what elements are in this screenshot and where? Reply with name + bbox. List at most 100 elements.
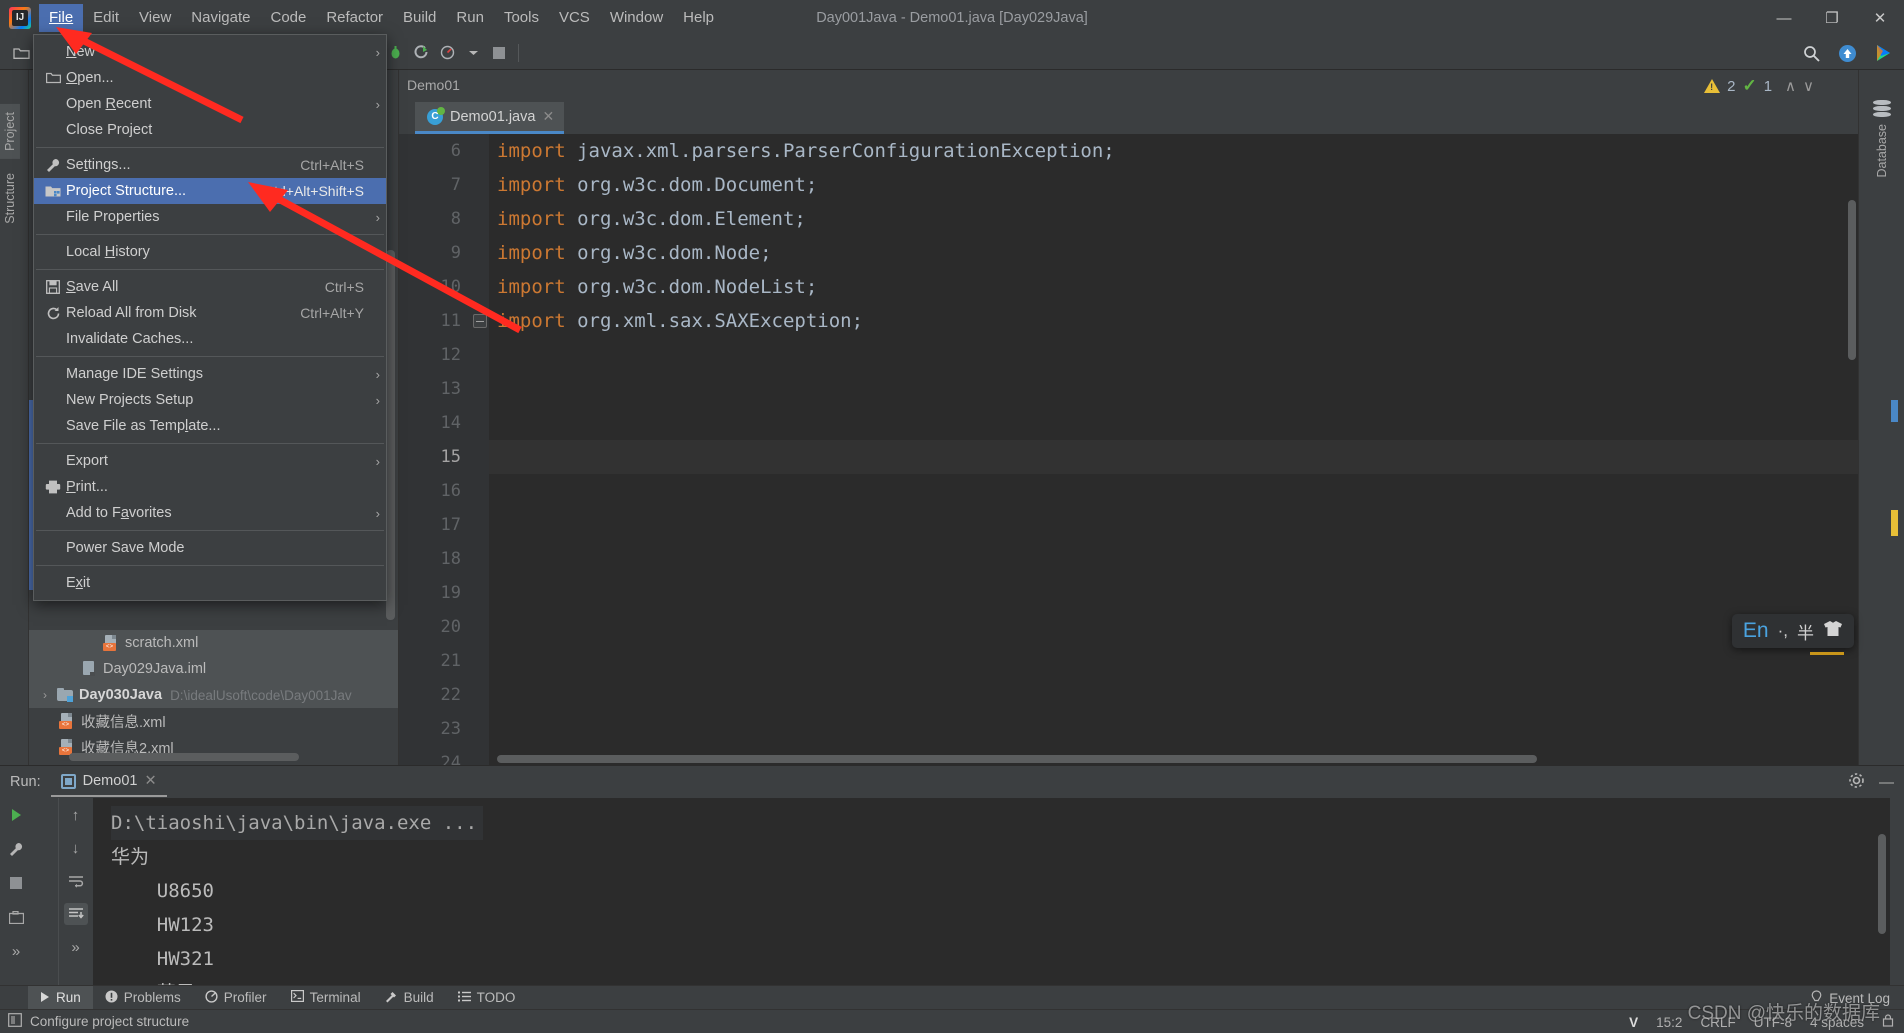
console-scrollbar[interactable] (1878, 834, 1886, 934)
chevron-down-icon[interactable] (460, 40, 486, 66)
stop-icon[interactable] (486, 40, 512, 66)
profiler-icon[interactable] (434, 40, 460, 66)
editor-tab-demo01[interactable]: C Demo01.java ✕ (415, 102, 565, 134)
menu-run[interactable]: Run (446, 4, 494, 32)
menu-code[interactable]: Code (260, 4, 316, 32)
tree-row-shoucang-1[interactable]: <> 收藏信息.xml (29, 708, 398, 734)
gear-icon[interactable] (1848, 772, 1865, 793)
sidebar-item-database[interactable]: Database (1859, 100, 1904, 178)
menu-item-new[interactable]: NNewew › (34, 39, 386, 65)
menu-item-local-history[interactable]: Local History › (34, 239, 386, 265)
menu-item-project-structure[interactable]: Project Structure... Ctrl+Alt+Shift+S (34, 178, 386, 204)
project-scrollbar-vertical[interactable] (386, 250, 395, 620)
scroll-to-end-icon[interactable] (63, 903, 88, 925)
tree-row-day029java-iml[interactable]: Day029Java.iml (29, 656, 398, 682)
run-tab-label: Demo01 (82, 773, 138, 789)
editor-scrollbar-vertical[interactable] (1848, 200, 1856, 360)
console-output[interactable]: D:\tiaoshi\java\bin\java.exe ... 华为 U865… (93, 798, 1890, 985)
run-with-coverage-icon[interactable] (408, 40, 434, 66)
camera-icon[interactable] (4, 906, 28, 928)
shirt-icon[interactable] (1823, 620, 1843, 642)
minimize-panel-icon[interactable]: — (1879, 774, 1894, 791)
lock-icon[interactable] (1882, 1014, 1894, 1030)
branch-icon[interactable]: V (1629, 1015, 1638, 1030)
soft-wrap-icon[interactable] (64, 870, 88, 892)
menu-item-settings[interactable]: Settings... Ctrl+Alt+S (34, 152, 386, 178)
menu-item-reload-all-from-disk[interactable]: Reload All from Disk Ctrl+Alt+Y (34, 300, 386, 326)
toolbar-right-group (1798, 36, 1896, 70)
tab-todo[interactable]: TODO (446, 986, 528, 1010)
prev-problem-icon[interactable]: ∧ (1785, 77, 1796, 95)
stop-icon[interactable] (4, 872, 28, 894)
chevron-right-icon: › (375, 392, 380, 408)
file-menu-dropdown[interactable]: NNewew › Open... Open Recent › Close Pro… (33, 34, 387, 601)
menu-bar[interactable]: File Edit View Navigate Code Refactor Bu… (39, 0, 724, 36)
rerun-icon[interactable] (4, 804, 28, 826)
menu-item-save-file-as-template[interactable]: Save File as Template... (34, 413, 386, 439)
menu-item-print[interactable]: Print... (34, 474, 386, 500)
menu-separator (36, 565, 384, 566)
close-icon[interactable]: ✕ (144, 773, 156, 789)
menu-refactor[interactable]: Refactor (316, 4, 393, 32)
ime-punctuation-label[interactable]: ·, (1778, 621, 1788, 641)
wrench-icon[interactable] (4, 838, 28, 860)
menu-item-save-all[interactable]: Save All Ctrl+S (34, 274, 386, 300)
sidebar-item-project[interactable]: Project (0, 104, 20, 159)
ime-indicator[interactable]: En ·, 半 (1731, 614, 1854, 648)
run-tab-demo01[interactable]: Demo01 ✕ (50, 767, 167, 797)
editor-marker-info[interactable] (1891, 400, 1898, 422)
menu-window[interactable]: Window (600, 4, 673, 32)
up-arrow-icon[interactable]: ↑ (64, 804, 88, 826)
tree-row-scratch-xml[interactable]: <> scratch.xml (29, 630, 398, 656)
menu-view[interactable]: View (129, 4, 181, 32)
editor-marker-warning[interactable] (1891, 510, 1898, 536)
menu-navigate[interactable]: Navigate (181, 4, 260, 32)
menu-item-exit[interactable]: Exit (34, 570, 386, 596)
window-controls[interactable]: — ❐ ✕ (1760, 0, 1904, 36)
tab-problems[interactable]: Problems (93, 986, 193, 1010)
breadcrumb-label[interactable]: Demo01 (407, 77, 460, 93)
menu-build[interactable]: Build (393, 4, 446, 32)
tab-profiler[interactable]: Profiler (193, 986, 279, 1010)
menu-item-new-projects-setup[interactable]: New Projects Setup › (34, 387, 386, 413)
inspection-widget[interactable]: 2 ✓ 1 ∧ ∨ (1704, 76, 1814, 96)
menu-tools[interactable]: Tools (494, 4, 549, 32)
more-actions-icon[interactable]: » (64, 936, 88, 958)
updates-icon[interactable] (1834, 40, 1860, 66)
menu-item-close-project[interactable]: Close Project (34, 117, 386, 143)
menu-help[interactable]: Help (673, 4, 724, 32)
menu-file[interactable]: File (39, 4, 84, 32)
maximize-button[interactable]: ❐ (1808, 0, 1856, 36)
menu-item-invalidate-caches[interactable]: Invalidate Caches... (34, 326, 386, 352)
more-actions-icon[interactable]: » (4, 940, 28, 962)
tab-run[interactable]: Run (28, 985, 93, 1010)
down-arrow-icon[interactable]: ↓ (64, 837, 88, 859)
caret-position[interactable]: 15:2 (1656, 1015, 1682, 1030)
tab-build[interactable]: Build (373, 986, 446, 1010)
chevron-right-icon[interactable]: › (43, 688, 57, 702)
menu-item-power-save-mode[interactable]: Power Save Mode (34, 535, 386, 561)
menu-item-manage-ide-settings[interactable]: Manage IDE Settings › (34, 361, 386, 387)
tree-row-day030java[interactable]: › Day030Java D:\idealUsoft\code\Day001Ja… (29, 682, 398, 708)
editor-scrollbar-horizontal[interactable] (497, 755, 1537, 763)
close-icon[interactable]: ✕ (542, 108, 554, 125)
code-editor[interactable]: 6 7 8 9 10 11 12 13 14 15 16 17 18 19 20… (399, 134, 1858, 765)
close-button[interactable]: ✕ (1856, 0, 1904, 36)
menu-vcs[interactable]: VCS (549, 4, 600, 32)
menu-item-export[interactable]: Export › (34, 448, 386, 474)
menu-item-open[interactable]: Open... (34, 65, 386, 91)
ime-width-label[interactable]: 半 (1797, 619, 1814, 644)
menu-item-add-to-favorites[interactable]: Add to Favorites › (34, 500, 386, 526)
search-icon[interactable] (1798, 40, 1824, 66)
menu-edit[interactable]: Edit (83, 4, 129, 32)
tab-terminal[interactable]: Terminal (279, 986, 373, 1010)
minimize-button[interactable]: — (1760, 0, 1808, 36)
menu-item-open-recent[interactable]: Open Recent › (34, 91, 386, 117)
next-problem-icon[interactable]: ∨ (1803, 77, 1814, 95)
project-scrollbar-horizontal[interactable] (69, 753, 299, 761)
sidebar-item-structure[interactable]: Structure (0, 165, 20, 232)
navigation-bar[interactable]: Demo01 (399, 70, 1858, 100)
menu-item-file-properties[interactable]: File Properties › (34, 204, 386, 230)
ide-icon[interactable] (1870, 40, 1896, 66)
open-folder-icon[interactable] (8, 40, 34, 66)
